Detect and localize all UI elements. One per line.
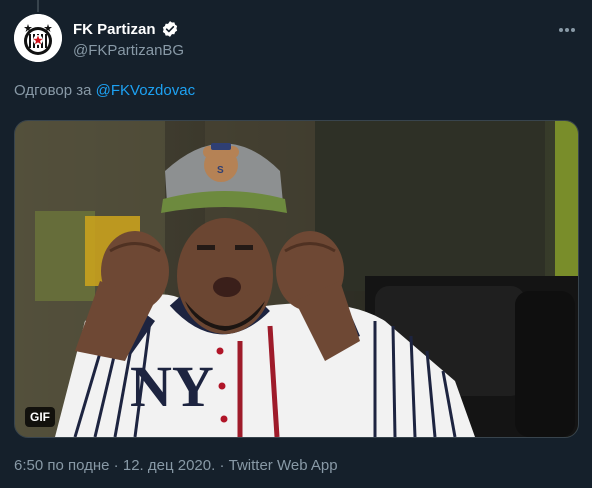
- gif-media[interactable]: NY S GIF: [14, 120, 579, 438]
- verified-badge-icon: [161, 20, 179, 38]
- reply-context: Одговор за @FKVozdovac: [14, 82, 195, 99]
- meta-separator: ·: [109, 457, 123, 474]
- tweet-date[interactable]: 12. дец 2020.: [123, 457, 215, 474]
- svg-text:S: S: [217, 165, 224, 176]
- reply-prefix: Одговор за: [14, 82, 92, 99]
- gif-frame: NY S: [15, 121, 578, 437]
- thread-line: [37, 0, 39, 12]
- reply-mention-link[interactable]: @FKVozdovac: [96, 82, 195, 99]
- club-crest-icon: [14, 14, 62, 62]
- svg-text:NY: NY: [130, 354, 214, 419]
- tweet-metadata: 6:50 по подне · 12. дец 2020. · Twitter …: [14, 457, 338, 474]
- tweet-header: FK Partizan @FKPartizanBG: [14, 14, 580, 68]
- more-options-icon[interactable]: [554, 20, 580, 40]
- tweet-source[interactable]: Twitter Web App: [229, 457, 338, 474]
- display-name[interactable]: FK Partizan: [73, 21, 156, 38]
- tweet-time[interactable]: 6:50 по подне: [14, 457, 110, 474]
- meta-separator: ·: [215, 457, 229, 474]
- avatar[interactable]: [14, 14, 62, 62]
- handle[interactable]: @FKPartizanBG: [73, 42, 184, 59]
- gif-badge: GIF: [25, 407, 55, 427]
